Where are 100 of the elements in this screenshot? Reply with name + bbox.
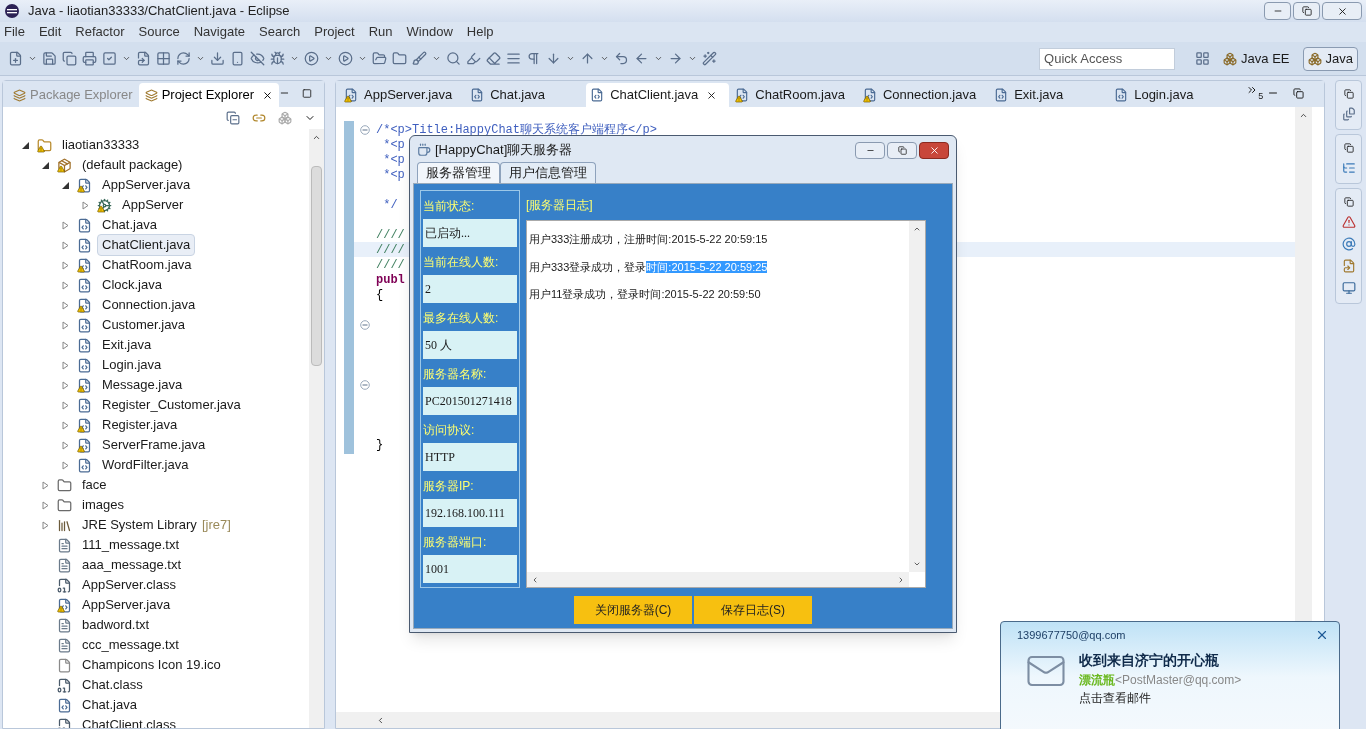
fold-icon[interactable] xyxy=(360,379,370,390)
menu-item[interactable]: Help xyxy=(466,22,494,42)
block-icon[interactable] xyxy=(506,51,521,66)
scroll-left-icon[interactable] xyxy=(376,715,385,725)
collapsed-arrow-icon[interactable] xyxy=(61,220,70,230)
collapse-all-icon[interactable] xyxy=(226,111,240,125)
horizontal-scrollbar[interactable] xyxy=(527,572,909,587)
tree-item[interactable]: Register_Customer.java xyxy=(97,394,246,416)
mail-notification[interactable]: 1399677750@qq.com 收到来自济宁的开心瓶 漂流瓶<PostMaster@qq.com> 点击查看邮件 xyxy=(1000,621,1340,729)
scroll-up-icon[interactable] xyxy=(312,133,321,142)
dialog-tab[interactable]: 服务器管理 xyxy=(417,162,500,183)
checkbox-icon[interactable] xyxy=(102,51,117,66)
caret-icon[interactable] xyxy=(654,54,663,63)
editor-tab[interactable]: Chat.java xyxy=(466,83,585,107)
menu-item[interactable]: File xyxy=(4,22,25,42)
collapsed-arrow-icon[interactable] xyxy=(61,420,70,430)
editor-tab[interactable]: Connection.java xyxy=(858,83,989,107)
editor-tab[interactable]: ChatClient.java xyxy=(586,83,730,107)
tree-item[interactable]: 111_message.txt xyxy=(77,534,185,556)
run-icon[interactable] xyxy=(304,51,319,66)
fold-icon[interactable] xyxy=(360,319,370,330)
print-icon[interactable] xyxy=(82,51,97,66)
caret-icon[interactable] xyxy=(432,54,441,63)
editor-tab[interactable]: AppServer.java xyxy=(340,83,465,107)
tree-item[interactable]: images xyxy=(77,494,129,516)
caret-icon[interactable] xyxy=(28,54,37,63)
collapsed-arrow-icon[interactable] xyxy=(61,460,70,470)
tree-item[interactable]: ChatRoom.java xyxy=(97,254,197,276)
collapsed-arrow-icon[interactable] xyxy=(61,320,70,330)
hidden-eye-icon[interactable] xyxy=(250,51,265,66)
maximize-icon[interactable] xyxy=(302,88,312,99)
dialog-button[interactable]: 关闭服务器(C) xyxy=(574,596,692,624)
menu-item[interactable]: Run xyxy=(368,22,393,42)
caret-icon[interactable] xyxy=(290,54,299,63)
caret-icon[interactable] xyxy=(358,54,367,63)
tree-item[interactable]: AppServer xyxy=(117,194,189,216)
tree-item[interactable]: AppServer.class xyxy=(77,574,181,596)
collapsed-arrow-icon[interactable] xyxy=(61,380,70,390)
run-config-icon[interactable] xyxy=(338,51,353,66)
close-icon[interactable] xyxy=(262,89,274,101)
scrollbar-thumb[interactable] xyxy=(311,166,322,366)
tree-item[interactable]: AppServer.java xyxy=(97,174,196,196)
scrollbar[interactable] xyxy=(309,129,324,728)
wand-icon[interactable] xyxy=(702,51,717,66)
perspective-button[interactable]: Java xyxy=(1302,46,1358,71)
close-icon[interactable] xyxy=(706,89,718,101)
menu-item[interactable]: Project xyxy=(314,22,355,42)
new-file-icon[interactable] xyxy=(8,51,23,66)
tree-item[interactable]: liaotian33333 xyxy=(57,134,145,156)
outline-icon[interactable] xyxy=(1341,161,1356,175)
grid-icon[interactable] xyxy=(156,51,171,66)
console-icon[interactable] xyxy=(1341,281,1356,295)
scroll-up-icon[interactable] xyxy=(913,225,921,233)
collapsed-arrow-icon[interactable] xyxy=(61,340,70,350)
forward-icon[interactable] xyxy=(668,51,683,66)
tree-item[interactable]: badword.txt xyxy=(77,614,155,636)
tree-item[interactable]: Exit.java xyxy=(97,334,157,356)
caret-icon[interactable] xyxy=(688,54,697,63)
tree-item[interactable]: ServerFrame.java xyxy=(97,434,211,456)
tree-item[interactable]: Message.java xyxy=(97,374,188,396)
quick-access-field[interactable]: Quick Access xyxy=(1039,47,1176,70)
scroll-up-icon[interactable] xyxy=(1299,111,1308,120)
tree-item[interactable]: Customer.java xyxy=(97,314,191,336)
restore-icon[interactable] xyxy=(1293,88,1304,99)
document-icon[interactable] xyxy=(1341,107,1356,121)
expanded-arrow-icon[interactable] xyxy=(21,140,30,150)
collapsed-arrow-icon[interactable] xyxy=(41,480,50,490)
tree-item[interactable]: aaa_message.txt xyxy=(77,554,186,576)
search-icon[interactable] xyxy=(446,51,461,66)
folder-icon[interactable] xyxy=(392,51,407,66)
menu-item[interactable]: Edit xyxy=(38,22,62,42)
declaration-icon[interactable] xyxy=(1341,259,1356,273)
close-button[interactable] xyxy=(919,141,949,159)
restore-button[interactable] xyxy=(887,141,917,159)
collapsed-arrow-icon[interactable] xyxy=(81,200,90,210)
dialog-tab[interactable]: 用户信息管理 xyxy=(500,162,596,183)
new-class-icon[interactable] xyxy=(136,51,151,66)
menu-item[interactable]: Source xyxy=(138,22,180,42)
collapsed-arrow-icon[interactable] xyxy=(41,520,50,530)
fold-icon[interactable] xyxy=(360,124,370,135)
tree-item[interactable]: Chat.java xyxy=(97,214,162,236)
filter-icon[interactable] xyxy=(278,111,292,125)
caret-icon[interactable] xyxy=(566,54,575,63)
collapsed-arrow-icon[interactable] xyxy=(61,360,70,370)
caret-icon[interactable] xyxy=(122,54,131,63)
tree-item[interactable]: Clock.java xyxy=(97,274,167,296)
tree-item[interactable]: JRE System Library xyxy=(77,514,202,536)
restore-icon[interactable] xyxy=(1343,89,1354,99)
tree-item[interactable]: Chat.java xyxy=(77,694,142,716)
caret-icon[interactable] xyxy=(600,54,609,63)
menu-item[interactable]: Refactor xyxy=(75,22,125,42)
dialog-button[interactable]: 保存日志(S) xyxy=(694,596,812,624)
tree-item[interactable]: AppServer.java xyxy=(77,594,176,616)
tree-item[interactable]: ChatClient.java xyxy=(97,234,196,256)
collapsed-arrow-icon[interactable] xyxy=(61,240,70,250)
tree-item[interactable]: Chat.class xyxy=(77,674,148,696)
restore-button[interactable] xyxy=(1293,2,1320,20)
collapsed-arrow-icon[interactable] xyxy=(61,300,70,310)
editor-tab[interactable]: ChatRoom.java xyxy=(731,83,857,107)
collapsed-arrow-icon[interactable] xyxy=(61,440,70,450)
